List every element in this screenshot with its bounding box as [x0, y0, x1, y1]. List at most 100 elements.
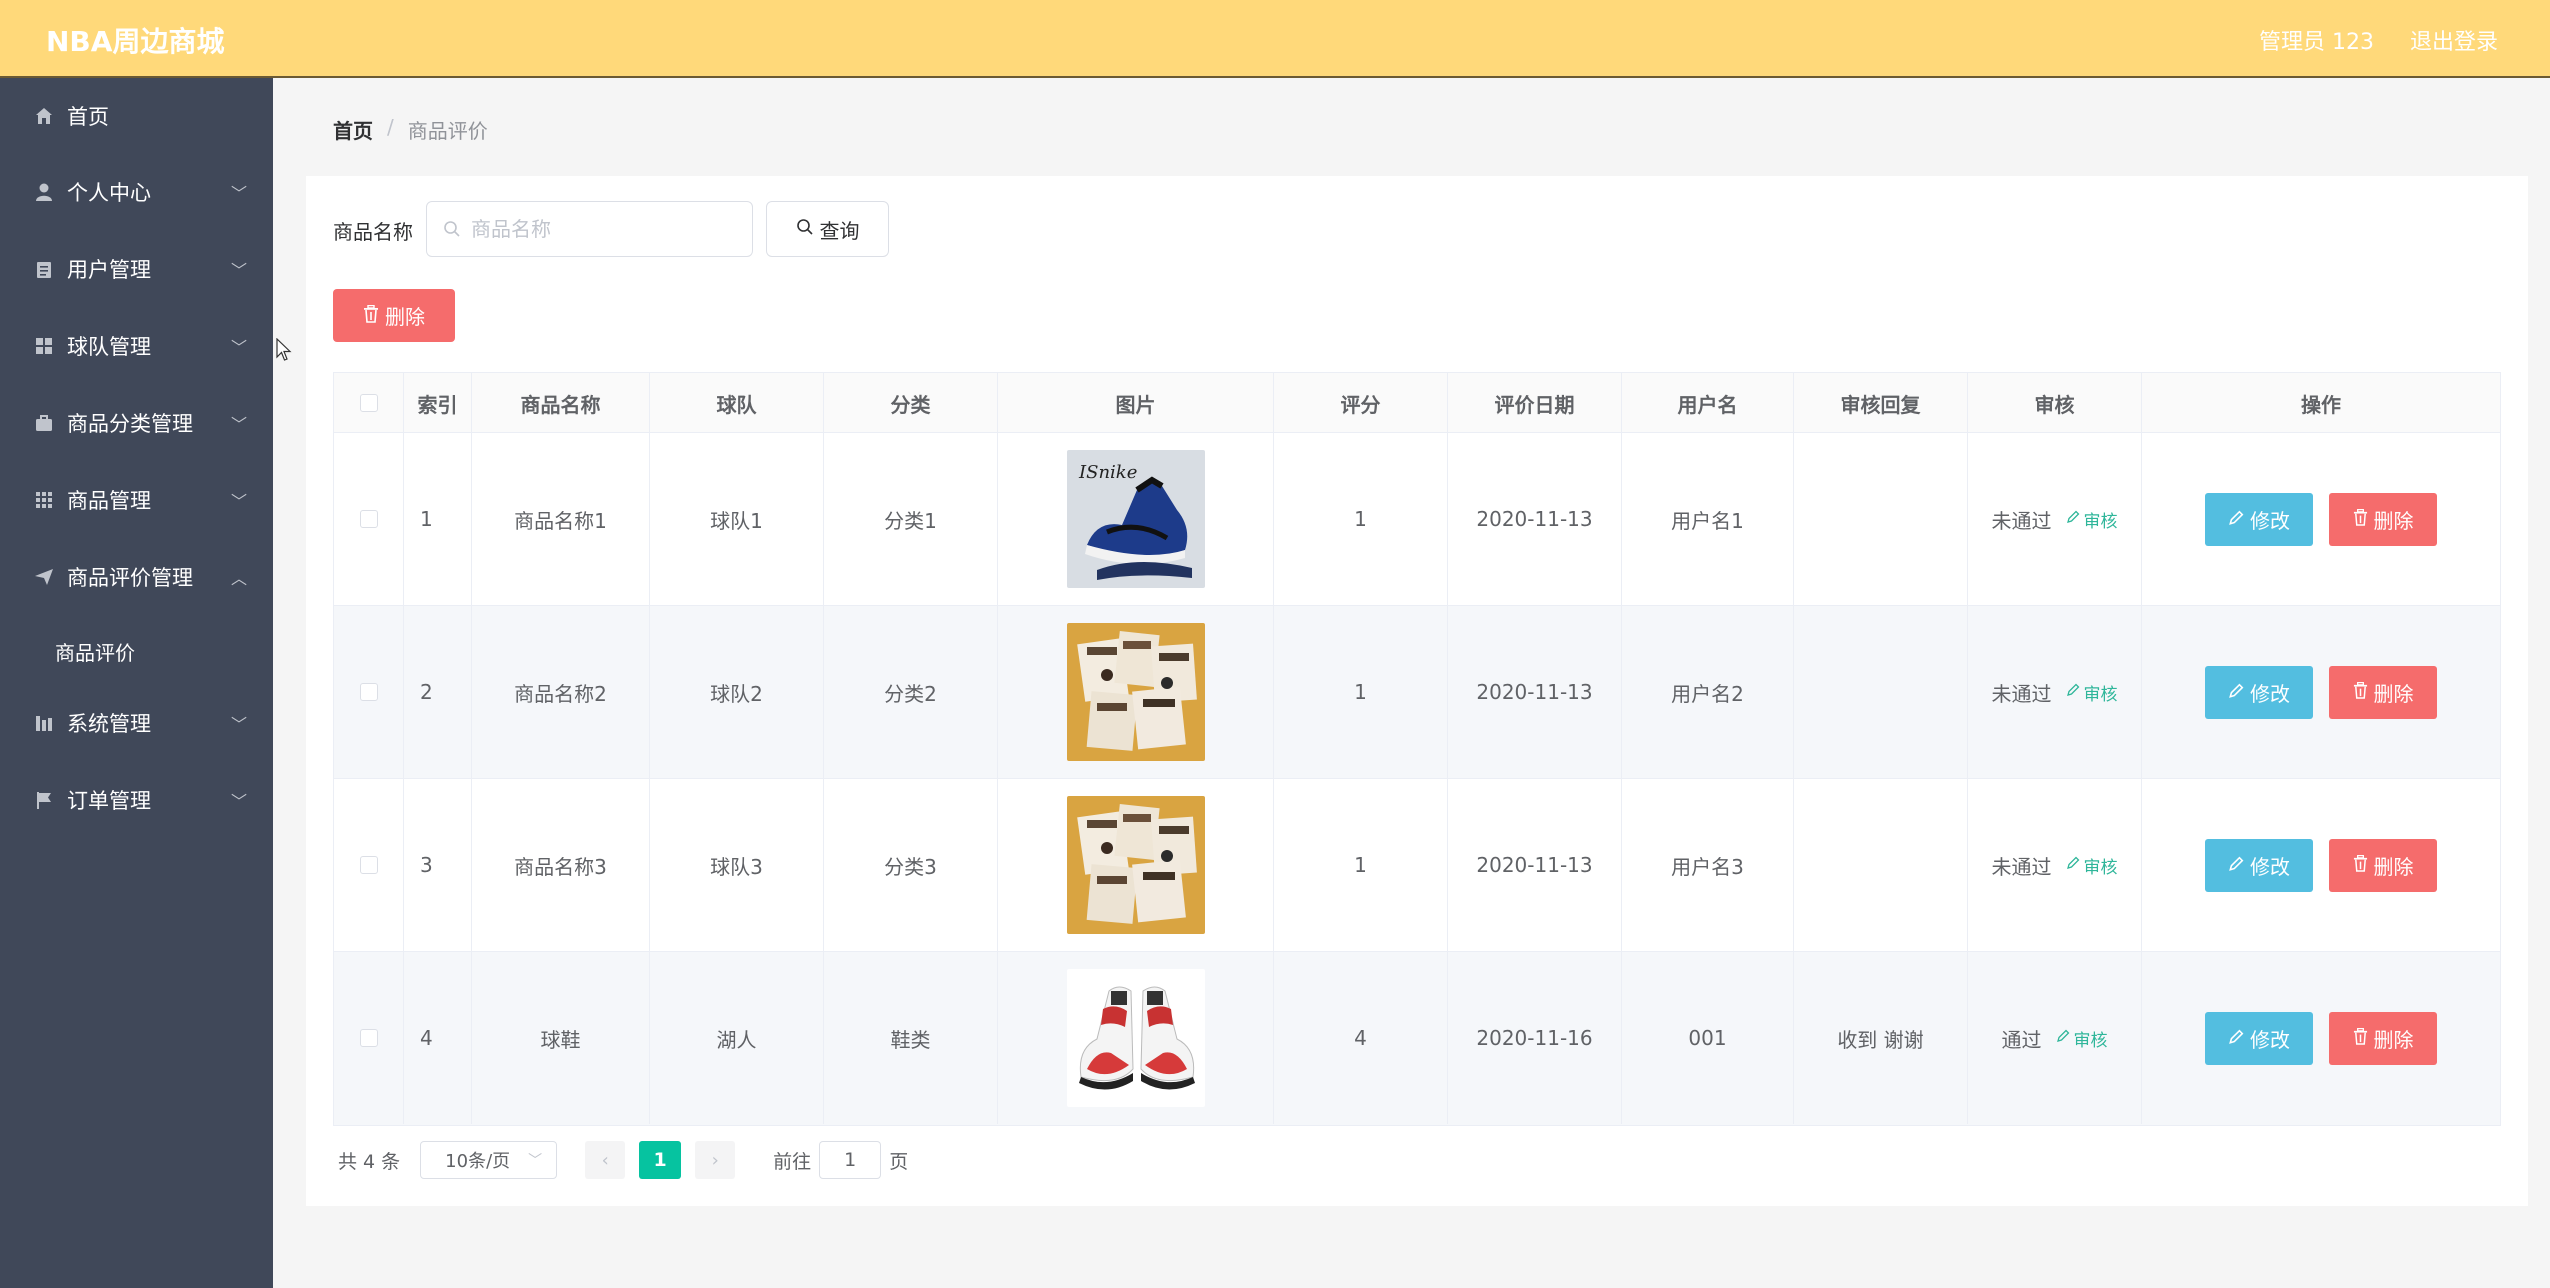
sidebar-item-label: 用户管理: [67, 258, 151, 282]
cell-index: 3: [404, 779, 472, 951]
sidebar-item-category[interactable]: 商品分类管理 ﹀: [0, 395, 273, 451]
user-icon: [33, 181, 55, 203]
goto-page-value: 1: [844, 1149, 857, 1171]
batch-delete-button[interactable]: 删除: [333, 289, 455, 342]
table-row: 1 商品名称1 球队1 分类1 ISnike 1 2020-11-13 用户名1…: [334, 433, 2500, 606]
delete-button[interactable]: 删除: [2329, 665, 2437, 719]
cell-team: 球队1: [650, 433, 824, 605]
audit-link[interactable]: 审核: [2066, 853, 2118, 878]
sidebar-item-label: 系统管理: [67, 712, 151, 736]
column-header: 评分: [1274, 373, 1448, 433]
cell-index: 2: [404, 606, 472, 778]
chevron-down-icon: ﹀: [528, 1153, 543, 1169]
page-size-value: 10条/页: [445, 1151, 511, 1172]
prev-page-button[interactable]: ‹: [585, 1141, 626, 1179]
page-number-active[interactable]: 1: [639, 1141, 682, 1179]
row-checkbox[interactable]: [359, 1029, 378, 1047]
query-button[interactable]: 查询: [766, 201, 889, 257]
logout-link[interactable]: 退出登录: [2410, 24, 2498, 56]
edit-button-label: 修改: [2250, 681, 2290, 706]
cell-category: 分类2: [824, 606, 998, 778]
sidebar-item-orders[interactable]: 订单管理 ﹀: [0, 772, 273, 828]
product-image: [1066, 796, 1205, 934]
edit-icon: [2228, 507, 2244, 531]
sidebar-item-label: 球队管理: [67, 335, 151, 359]
cell-category: 鞋类: [824, 952, 998, 1124]
row-checkbox[interactable]: [359, 510, 378, 528]
sidebar-item-reviews[interactable]: 商品评价管理 ︿: [0, 549, 273, 605]
column-header: 分类: [824, 373, 998, 433]
column-header: 审核: [1968, 373, 2142, 433]
column-header: 球队: [650, 373, 824, 433]
edit-icon: [2066, 509, 2080, 529]
flag-icon: [33, 789, 55, 811]
cell-category: 分类1: [824, 433, 998, 605]
column-header: 用户名: [1622, 373, 1794, 433]
sidebar-subitem-product-review[interactable]: 商品评价: [0, 623, 273, 679]
delete-button[interactable]: 删除: [2329, 838, 2437, 892]
sidebar-item-home[interactable]: 首页: [0, 88, 273, 144]
column-header: 操作: [2301, 392, 2341, 417]
edit-button[interactable]: 修改: [2205, 492, 2313, 546]
sidebar-item-teams[interactable]: 球队管理 ﹀: [0, 318, 273, 374]
audit-link[interactable]: 审核: [2056, 1026, 2108, 1051]
next-page-button[interactable]: ›: [695, 1141, 736, 1179]
search-input[interactable]: [471, 217, 741, 241]
apps-icon: [33, 489, 55, 511]
sidebar-item-label: 首页: [67, 105, 109, 129]
product-image: [1066, 623, 1205, 761]
send-icon: [33, 566, 55, 588]
goto-page-input[interactable]: 1: [819, 1141, 882, 1179]
audit-status: 未通过: [1991, 508, 2052, 533]
search-icon: [796, 217, 814, 241]
audit-link-label: 审核: [2073, 1030, 2108, 1051]
sidebar-item-system[interactable]: 系统管理 ﹀: [0, 695, 273, 751]
delete-button[interactable]: 删除: [2329, 1011, 2437, 1065]
cell-audit: 未通过 审核: [1968, 779, 2142, 951]
chart-icon: [33, 712, 55, 734]
sidebar-item-products[interactable]: 商品管理 ﹀: [0, 472, 273, 528]
cell-team: 球队3: [650, 779, 824, 951]
batch-delete-label: 删除: [385, 305, 425, 329]
goto-prefix: 前往: [773, 1150, 812, 1173]
cell-date: 2020-11-13: [1448, 433, 1622, 605]
search-field[interactable]: [426, 201, 753, 257]
cell-category: 分类3: [824, 779, 998, 951]
breadcrumb: 首页 / 商品评价: [333, 115, 488, 144]
edit-button[interactable]: 修改: [2205, 665, 2313, 719]
chevron-down-icon: ﹀: [230, 338, 247, 357]
audit-link[interactable]: 审核: [2066, 680, 2118, 705]
edit-button-label: 修改: [2250, 1027, 2290, 1052]
delete-button-label: 删除: [2373, 854, 2414, 879]
row-checkbox[interactable]: [359, 856, 378, 874]
breadcrumb-home[interactable]: 首页: [333, 115, 373, 144]
cell-date: 2020-11-13: [1448, 606, 1622, 778]
edit-button[interactable]: 修改: [2205, 838, 2313, 892]
trash-icon: [2353, 680, 2368, 704]
select-all-checkbox[interactable]: [359, 394, 378, 412]
cell-reply: [1794, 779, 1968, 951]
brand-title: NBA周边商城: [46, 25, 225, 58]
sidebar-item-personal[interactable]: 个人中心 ﹀: [0, 164, 273, 220]
sidebar: 首页 个人中心 ﹀ 用户管理 ﹀ 球队管理 ﹀ 商品分类管理 ﹀ 商品管理 ﹀ …: [0, 78, 273, 1288]
cell-user: 用户名1: [1622, 433, 1794, 605]
admin-label: 管理员 123: [2258, 30, 2374, 55]
page-size-select[interactable]: 10条/页 ﹀: [420, 1141, 558, 1179]
edit-button-label: 修改: [2250, 508, 2290, 533]
delete-button-label: 删除: [2373, 1027, 2414, 1052]
chevron-left-icon: ‹: [601, 1149, 609, 1171]
trash-icon: [2353, 853, 2368, 877]
audit-link[interactable]: 审核: [2066, 507, 2118, 532]
pagination-total: 共 4 条: [338, 1150, 401, 1173]
edit-button[interactable]: 修改: [2205, 1011, 2313, 1065]
reviews-table: 索引 商品名称 球队 分类 图片 评分 评价日期 用户名 审核回复 审核 操作 …: [333, 372, 2501, 1126]
row-checkbox[interactable]: [359, 683, 378, 701]
column-header: 商品名称: [472, 373, 650, 433]
goto-suffix: 页: [889, 1150, 909, 1173]
trash-icon: [2353, 507, 2368, 531]
cell-user: 001: [1622, 952, 1794, 1124]
delete-button[interactable]: 删除: [2329, 492, 2437, 546]
chevron-down-icon: ﹀: [230, 261, 247, 280]
column-header: 审核回复: [1794, 373, 1968, 433]
sidebar-item-users[interactable]: 用户管理 ﹀: [0, 241, 273, 297]
